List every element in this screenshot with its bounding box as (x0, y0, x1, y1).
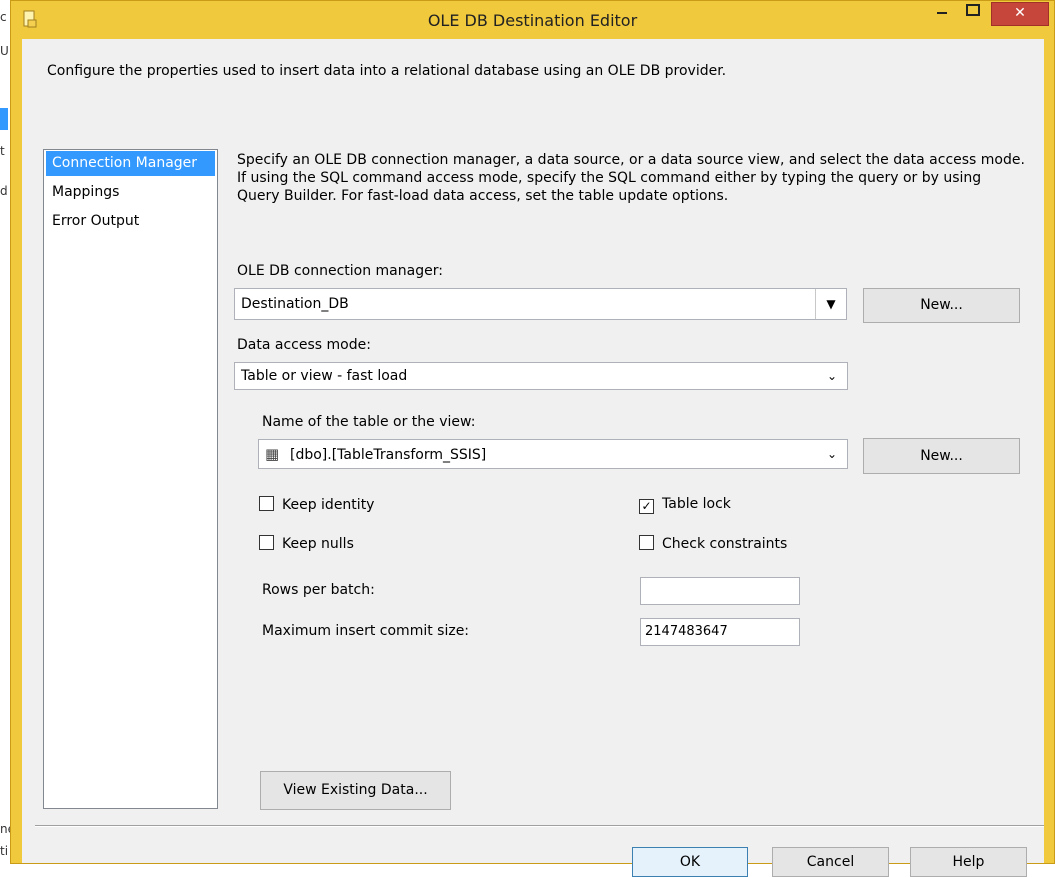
footer-separator-highlight (35, 826, 1044, 827)
data-access-mode-label: Data access mode: (237, 337, 371, 353)
check-constraints-label: Check constraints (662, 536, 788, 552)
connection-manager-dropdown[interactable]: Destination_DB ▼ (234, 288, 847, 320)
page-description: Specify an OLE DB connection manager, a … (237, 152, 1025, 204)
nav-item-connection-manager[interactable]: Connection Manager (46, 151, 215, 176)
keep-nulls-label: Keep nulls (282, 536, 354, 552)
checkbox-box (259, 535, 274, 550)
dialog-client-area: Configure the properties used to insert … (22, 39, 1044, 877)
window-title: OLE DB Destination Editor (427, 11, 638, 30)
keep-nulls-checkbox[interactable]: Keep nulls (259, 535, 354, 552)
ok-button[interactable]: OK (632, 847, 748, 877)
minimize-icon (937, 12, 947, 14)
data-access-mode-dropdown[interactable]: Table or view - fast load ⌄ (234, 362, 848, 390)
rows-per-batch-label: Rows per batch: (262, 582, 375, 598)
help-button[interactable]: Help (910, 847, 1027, 877)
connection-manager-label: OLE DB connection manager: (237, 263, 443, 279)
table-name-value: [dbo].[TableTransform_SSIS] (290, 447, 487, 463)
checkmark-icon: ✓ (639, 499, 654, 514)
maximize-icon (966, 4, 980, 16)
max-commit-size-input[interactable]: 2147483647 (640, 618, 800, 646)
table-name-label: Name of the table or the view: (262, 414, 476, 430)
intro-text: Configure the properties used to insert … (47, 63, 727, 79)
checkbox-box (259, 496, 274, 511)
minimize-button[interactable] (929, 3, 955, 25)
rows-per-batch-input[interactable] (640, 577, 800, 605)
close-button[interactable]: ✕ (991, 2, 1049, 26)
background-selection (0, 108, 8, 130)
title-bar[interactable]: OLE DB Destination Editor ✕ (11, 1, 1054, 39)
keep-identity-label: Keep identity (282, 497, 375, 513)
maximize-button[interactable] (959, 3, 987, 25)
close-icon: ✕ (1014, 5, 1026, 21)
navigation-list: Connection Manager Mappings Error Output (43, 149, 218, 809)
background-fragment: d (0, 184, 8, 198)
background-fragment: c (0, 10, 7, 24)
dropdown-arrow-icon: ▼ (815, 289, 846, 319)
table-name-dropdown[interactable]: ▦ [dbo].[TableTransform_SSIS] ⌄ (258, 439, 848, 469)
nav-item-mappings[interactable]: Mappings (46, 180, 215, 205)
keep-identity-checkbox[interactable]: Keep identity (259, 496, 374, 513)
chevron-down-icon: ⌄ (826, 447, 838, 461)
background-fragment: U (0, 44, 9, 58)
nav-item-error-output[interactable]: Error Output (46, 209, 215, 234)
max-commit-size-label: Maximum insert commit size: (262, 623, 470, 639)
new-connection-button[interactable]: New... (863, 288, 1020, 323)
table-lock-checkbox[interactable]: ✓ Table lock (639, 496, 731, 514)
table-lock-label: Table lock (662, 496, 731, 512)
check-constraints-checkbox[interactable]: Check constraints (639, 535, 787, 552)
background-fragment: ti (0, 844, 9, 858)
chevron-down-icon: ⌄ (826, 369, 838, 383)
cancel-button[interactable]: Cancel (772, 847, 889, 877)
dialog-window: OLE DB Destination Editor ✕ Configure th… (10, 0, 1055, 877)
table-icon: ▦ (265, 445, 280, 463)
connection-manager-value: Destination_DB (241, 296, 349, 312)
new-table-button[interactable]: New... (863, 438, 1020, 474)
background-fragment: t (0, 144, 5, 158)
data-access-mode-value: Table or view - fast load (241, 368, 408, 384)
view-existing-data-button[interactable]: View Existing Data... (260, 771, 451, 810)
checkbox-box (639, 535, 654, 550)
